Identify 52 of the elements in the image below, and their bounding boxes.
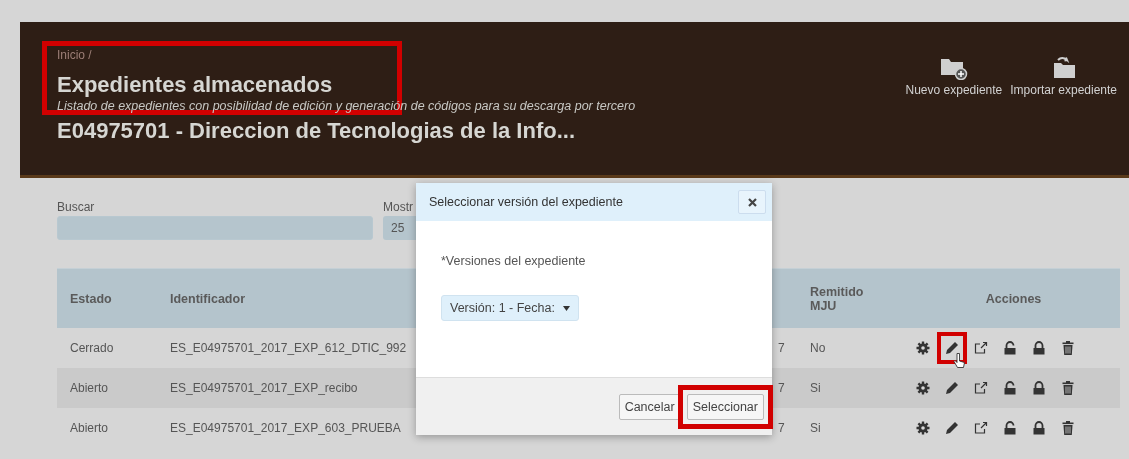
identifier-cell-text: ES_E04975701_2017_EXP_603_PRUEBA <box>169 421 402 435</box>
table-cell-text: 7 <box>777 421 786 435</box>
open-padlock-icon <box>1003 341 1017 355</box>
sent-cell-text: Si <box>809 421 822 435</box>
organization-title: E04975701 - Direccion de Tecnologias de la Info... <box>57 118 575 144</box>
page-size-label: Mostr <box>383 200 413 214</box>
pencil-icon <box>945 341 959 355</box>
status-cell-text: Cerrado <box>69 341 115 355</box>
estado-header: Estado <box>69 291 113 306</box>
pencil-icon <box>945 421 959 435</box>
breadcrumb-link[interactable]: Inicio / <box>57 48 92 62</box>
identifier-cell-text: ES_E04975701_2017_EXP_612_DTIC_992 <box>169 341 408 355</box>
folder-plus-icon <box>939 56 968 80</box>
padlock-icon <box>1032 381 1046 395</box>
identificador-header: Identificador <box>169 291 246 306</box>
close-button[interactable] <box>738 190 766 214</box>
external-link-icon <box>974 421 988 435</box>
trash-icon <box>1062 421 1074 435</box>
dialog-title: Seleccionar versión del expediente <box>429 195 623 209</box>
acciones-header: Acciones <box>984 291 1043 306</box>
remitido-header: Remitido MJU <box>809 284 865 313</box>
gear-icon <box>916 421 930 435</box>
search-label: Buscar <box>57 200 95 214</box>
version-select[interactable]: Versión: 1 - Fecha: <box>441 295 579 321</box>
trash-icon <box>1062 381 1074 395</box>
sent-cell-text: No <box>809 341 827 355</box>
table-cell-text: 7 <box>777 341 786 355</box>
field-label: *Versiones del expediente <box>441 254 587 268</box>
status-cell-text: Abierto <box>69 381 110 395</box>
status-cell-text: Abierto <box>69 421 110 435</box>
identifier-cell-text: ES_E04975701_2017_EXP_recibo <box>169 381 359 395</box>
pencil-icon <box>945 381 959 395</box>
padlock-icon <box>1032 341 1046 355</box>
search-field[interactable] <box>57 216 373 240</box>
padlock-icon <box>1032 421 1046 435</box>
close-icon <box>747 197 757 207</box>
sent-cell-text: Si <box>809 381 822 395</box>
cancel-button[interactable]: Cancelar <box>618 393 681 420</box>
select-button[interactable]: Seleccionar <box>686 393 764 420</box>
new-file-button[interactable]: Nuevo expediente <box>905 56 1003 97</box>
cursor-icon <box>953 352 965 369</box>
page-title: Expedientes almacenados <box>57 71 333 99</box>
external-link-icon <box>974 381 988 395</box>
open-padlock-icon <box>1003 381 1017 395</box>
dropdown-caret-icon <box>562 305 570 311</box>
open-padlock-icon <box>1003 421 1017 435</box>
gear-icon <box>916 381 930 395</box>
gear-icon <box>916 341 930 355</box>
table-cell-text: 7 <box>777 381 786 395</box>
external-link-icon <box>974 341 988 355</box>
trash-icon <box>1062 341 1074 355</box>
import-file-button[interactable]: Importar expediente <box>1010 56 1117 97</box>
